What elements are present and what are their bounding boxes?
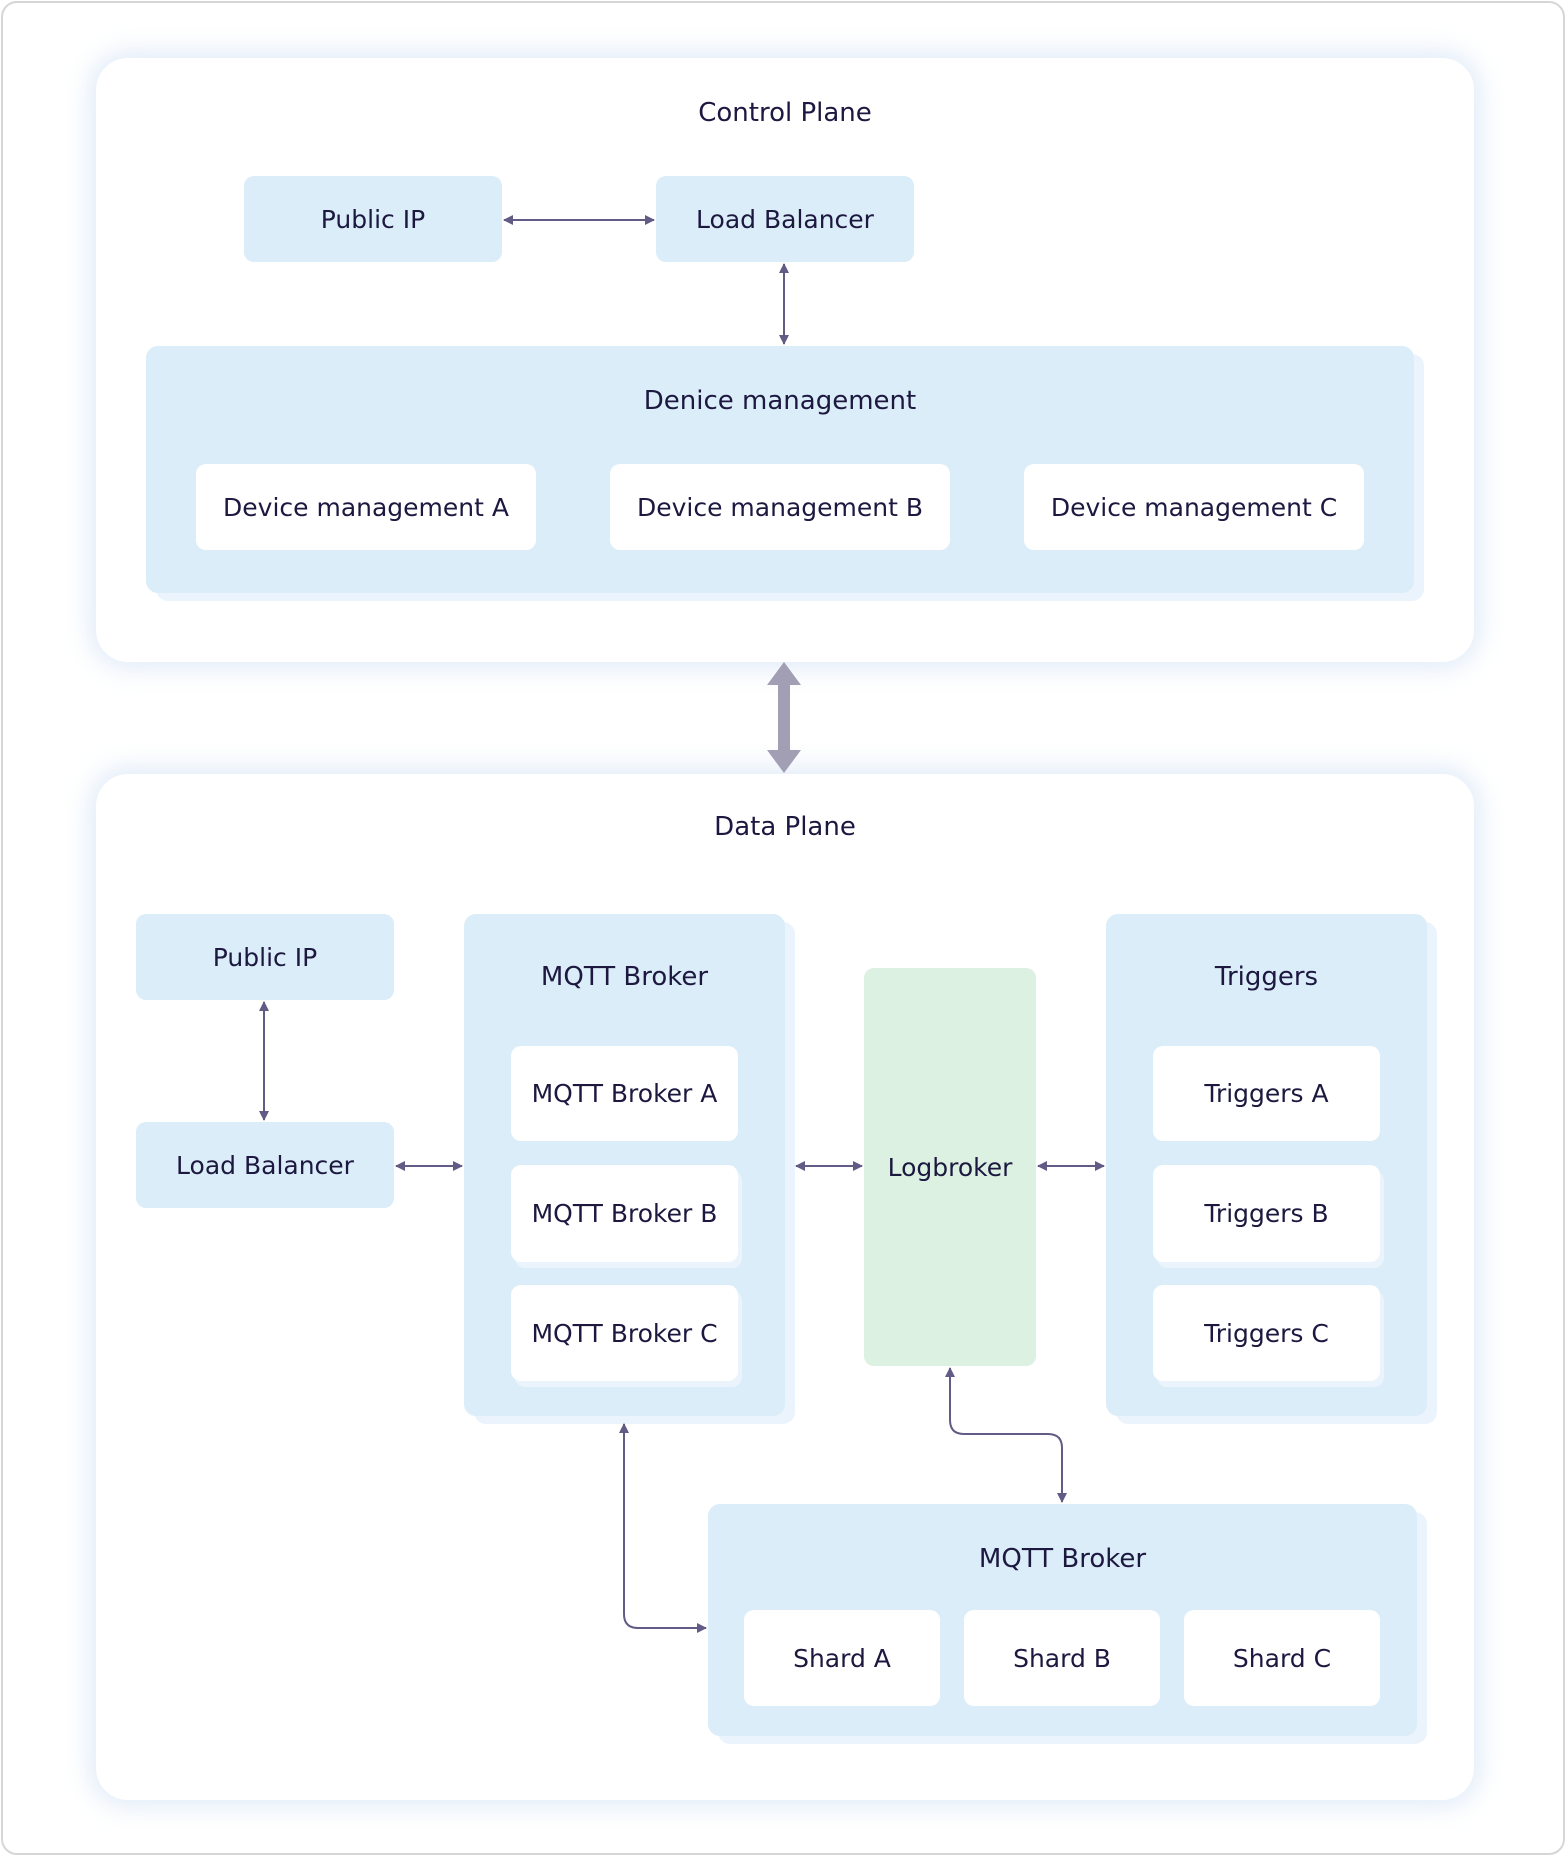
control-public-ip-box[interactable]: Public IP <box>244 176 502 262</box>
data-public-ip-label: Public IP <box>212 942 318 972</box>
shard-b-box[interactable]: Shard B <box>964 1610 1160 1706</box>
logbroker-label: Logbroker <box>887 1152 1013 1182</box>
mqtt-broker-a-box[interactable]: MQTT Broker A <box>511 1046 738 1141</box>
control-load-balancer-label: Load Balancer <box>696 204 874 234</box>
triggers-title: Triggers <box>1214 962 1319 992</box>
shard-c-label: Shard C <box>1232 1643 1332 1673</box>
data-load-balancer-box[interactable]: Load Balancer <box>136 1122 394 1208</box>
device-management-b-label: Device management B <box>636 492 923 522</box>
mqtt-broker-a-label: MQTT Broker A <box>531 1079 718 1108</box>
shard-c-box[interactable]: Shard C <box>1184 1610 1380 1706</box>
triggers-b-box[interactable]: Triggers B <box>1153 1165 1380 1262</box>
device-management-b-box[interactable]: Device management B <box>610 464 950 550</box>
triggers-c-label: Triggers C <box>1204 1318 1329 1348</box>
device-management-a-box[interactable]: Device management A <box>196 464 536 550</box>
device-management-c-label: Device management C <box>1050 492 1338 522</box>
device-management-a-label: Device management A <box>223 492 509 522</box>
data-load-balancer-label: Load Balancer <box>176 1150 354 1180</box>
mqtt-shards-title: MQTT Broker <box>978 1544 1147 1574</box>
shard-a-box[interactable]: Shard A <box>744 1610 940 1706</box>
data-public-ip-box[interactable]: Public IP <box>136 914 394 1000</box>
control-load-balancer-box[interactable]: Load Balancer <box>656 176 914 262</box>
triggers-b-label: Triggers B <box>1204 1199 1329 1228</box>
shard-a-label: Shard A <box>793 1643 891 1673</box>
data-plane-title: Data Plane <box>714 812 856 842</box>
device-management-c-box[interactable]: Device management C <box>1024 464 1364 550</box>
control-public-ip-label: Public IP <box>320 204 426 234</box>
shard-b-label: Shard B <box>1013 1643 1111 1673</box>
mqtt-broker-title: MQTT Broker <box>540 962 709 992</box>
triggers-c-box[interactable]: Triggers C <box>1153 1285 1380 1381</box>
triggers-a-label: Triggers A <box>1204 1079 1329 1108</box>
device-management-title: Denice management <box>643 386 917 416</box>
mqtt-broker-b-label: MQTT Broker B <box>531 1199 718 1228</box>
mqtt-broker-c-box[interactable]: MQTT Broker C <box>511 1285 738 1381</box>
mqtt-broker-c-label: MQTT Broker C <box>531 1318 718 1348</box>
control-plane-title: Control Plane <box>698 98 872 128</box>
triggers-a-box[interactable]: Triggers A <box>1153 1046 1380 1141</box>
logbroker-box[interactable]: Logbroker <box>864 968 1036 1366</box>
mqtt-broker-b-box[interactable]: MQTT Broker B <box>511 1165 738 1262</box>
